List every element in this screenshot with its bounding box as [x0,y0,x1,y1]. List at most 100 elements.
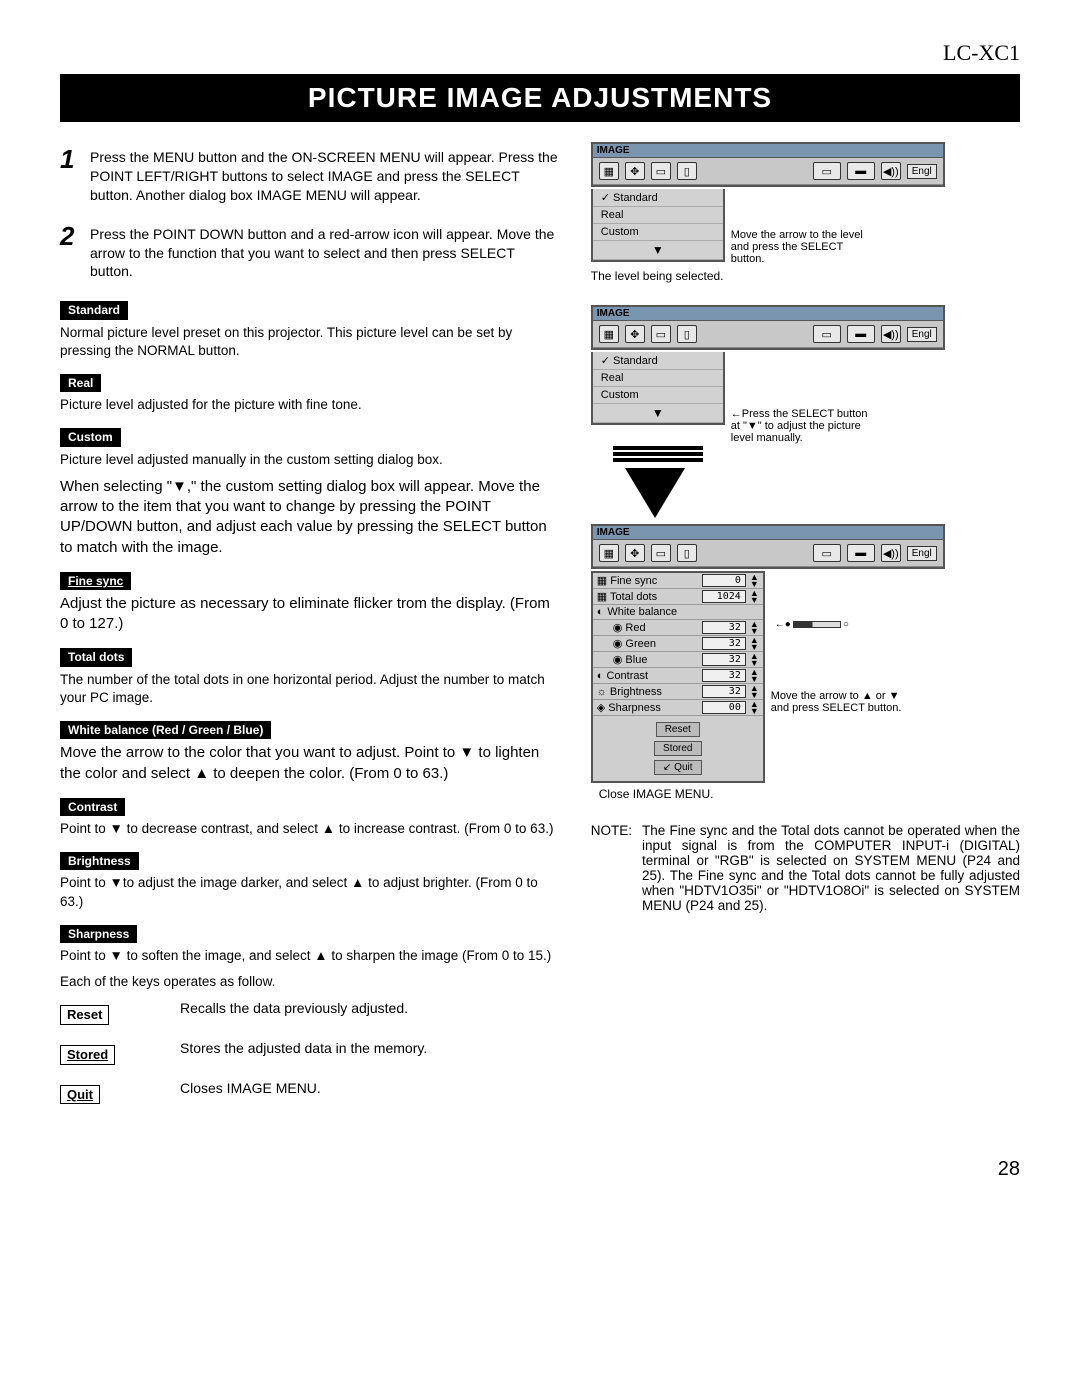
level-down-arrow[interactable]: ▼ [593,404,723,423]
spinner-icon[interactable]: ▲▼ [750,653,759,666]
step-2: 2 Press the POINT DOWN button and a red-… [60,219,561,282]
menubar-title-2: IMAGE [593,307,943,321]
page-banner: PICTURE IMAGE ADJUSTMENTS [60,74,1020,122]
step-1: 1 Press the MENU button and the ON-SCREE… [60,142,561,205]
screen-icon[interactable]: ▭ [651,544,671,562]
screen2-icon[interactable]: ▬ [847,162,875,180]
heading-contrast: Contrast [60,798,125,816]
real-desc: Picture level adjusted for the picture w… [60,396,561,414]
sound-icon[interactable]: ◀)) [881,544,901,562]
row-white-balance: ◐ White balance [593,605,763,620]
down-arrow-icon [625,468,685,518]
screen2-icon[interactable]: ▬ [847,325,875,343]
reset-btn[interactable]: Reset [656,722,700,737]
page-icon[interactable]: ▯ [677,544,697,562]
row-total-dots[interactable]: ▦ Total dots [597,590,698,603]
right-column: IMAGE ▦ ✥ ▭ ▯ ▭ ▬ ◀)) [591,142,1020,1118]
row-contrast[interactable]: ◐ Contrast [597,670,698,682]
level-real[interactable]: Real [593,207,723,224]
step-text: Press the MENU button and the ON-SCREEN … [90,142,561,205]
row-red[interactable]: ◉ Red [613,621,698,634]
annot-close-menu: Close IMAGE MENU. [599,787,1020,801]
lang-box[interactable]: Engl [907,546,937,561]
fine-sync-val: 0 [702,574,746,587]
reset-key: Reset [60,1005,109,1025]
heading-total-dots: Total dots [60,648,132,666]
screen-icon[interactable]: ▭ [651,162,671,180]
blue-val: 32 [702,653,746,666]
lang-box[interactable]: Engl [907,164,937,179]
green-val: 32 [702,637,746,650]
row-fine-sync[interactable]: ▦ Fine sync [597,574,698,587]
heading-standard: Standard [60,301,128,319]
page-icon[interactable]: ▯ [677,325,697,343]
quit-btn[interactable]: ↙ Quit [654,760,702,775]
level-down-arrow[interactable]: ▼ [593,241,723,260]
spinner-icon[interactable]: ▲▼ [750,669,759,682]
heading-real: Real [60,374,101,392]
heading-sharpness: Sharpness [60,925,137,943]
contrast-val: 32 [702,669,746,682]
image-icon[interactable]: ▦ [599,325,619,343]
sound-icon[interactable]: ◀)) [881,162,901,180]
fine-sync-desc: Adjust the picture as necessary to elimi… [60,594,561,635]
image-icon[interactable]: ▦ [599,162,619,180]
stored-key: Stored [60,1045,115,1065]
custom-select-desc: When selecting "▼," the custom setting d… [60,477,561,558]
heading-brightness: Brightness [60,852,139,870]
blank-icon[interactable]: ▭ [813,325,841,343]
row-blue[interactable]: ◉ Blue [613,653,698,666]
spinner-icon[interactable]: ▲▼ [750,574,759,587]
callout-select-level: Move the arrow to the level and press th… [731,189,871,265]
lang-box[interactable]: Engl [907,327,937,342]
level-standard[interactable]: ✓ Standard [593,352,723,370]
brightness-val: 32 [702,685,746,698]
spinner-icon[interactable]: ▲▼ [750,590,759,603]
menubar-title: IMAGE [593,144,943,158]
heading-white-balance: White balance (Red / Green / Blue) [60,721,271,739]
row-brightness[interactable]: ☼ Brightness [597,686,698,698]
total-dots-val: 1024 [702,590,746,603]
brightness-desc: Point to ▼to adjust the image darker, an… [60,874,561,910]
level-real[interactable]: Real [593,370,723,387]
spinner-icon[interactable]: ▲▼ [750,637,759,650]
spinner-icon[interactable]: ▲▼ [750,685,759,698]
spinner-icon[interactable]: ▲▼ [750,621,759,634]
note-block: NOTE: The Fine sync and the Total dots c… [591,823,1020,913]
note-body: The Fine sync and the Total dots cannot … [642,823,1020,913]
figure-level-select: IMAGE ▦ ✥ ▭ ▯ ▭ ▬ ◀)) [591,142,1020,283]
sharpness-desc-1: Point to ▼ to soften the image, and sele… [60,947,561,965]
move-icon[interactable]: ✥ [625,162,645,180]
step-text: Press the POINT DOWN button and a red-ar… [90,219,561,282]
row-green[interactable]: ◉ Green [613,637,698,650]
level-standard[interactable]: ✓ Standard [593,189,723,207]
custom-desc: Picture level adjusted manually in the c… [60,451,561,469]
level-list-2: ✓ Standard Real Custom ▼ [591,352,725,425]
blank-icon[interactable]: ▭ [813,162,841,180]
figure-manual-adjust: IMAGE ▦ ✥ ▭ ▯ ▭ ▬ ◀)) Engl [591,305,1020,801]
level-custom[interactable]: Custom [593,224,723,241]
menubar-3: IMAGE ▦ ✥ ▭ ▯ ▭ ▬ ◀)) Engl [591,524,945,569]
callout-arrow: Move the arrow to ▲ or ▼ and press SELEC… [771,630,911,714]
level-list: ✓ Standard Real Custom ▼ [591,189,725,262]
move-icon[interactable]: ✥ [625,544,645,562]
note-label: NOTE: [591,823,632,913]
spinner-icon[interactable]: ▲▼ [750,701,759,714]
step-number: 1 [60,142,90,177]
contrast-desc: Point to ▼ to decrease contrast, and sel… [60,820,561,838]
move-icon[interactable]: ✥ [625,325,645,343]
image-icon[interactable]: ▦ [599,544,619,562]
page-icon[interactable]: ▯ [677,162,697,180]
level-custom[interactable]: Custom [593,387,723,404]
screen2-icon[interactable]: ▬ [847,544,875,562]
blank-icon[interactable]: ▭ [813,544,841,562]
screen-icon[interactable]: ▭ [651,325,671,343]
stored-btn[interactable]: Stored [654,741,701,756]
total-dots-desc: The number of the total dots in one hori… [60,671,561,707]
model-label: LC-XC1 [60,40,1020,66]
heading-custom: Custom [60,428,121,446]
key-table: Reset Recalls the data previously adjust… [60,999,561,1110]
menubar-2: IMAGE ▦ ✥ ▭ ▯ ▭ ▬ ◀)) Engl [591,305,945,350]
row-sharpness[interactable]: ◈ Sharpness [597,701,698,714]
sound-icon[interactable]: ◀)) [881,325,901,343]
